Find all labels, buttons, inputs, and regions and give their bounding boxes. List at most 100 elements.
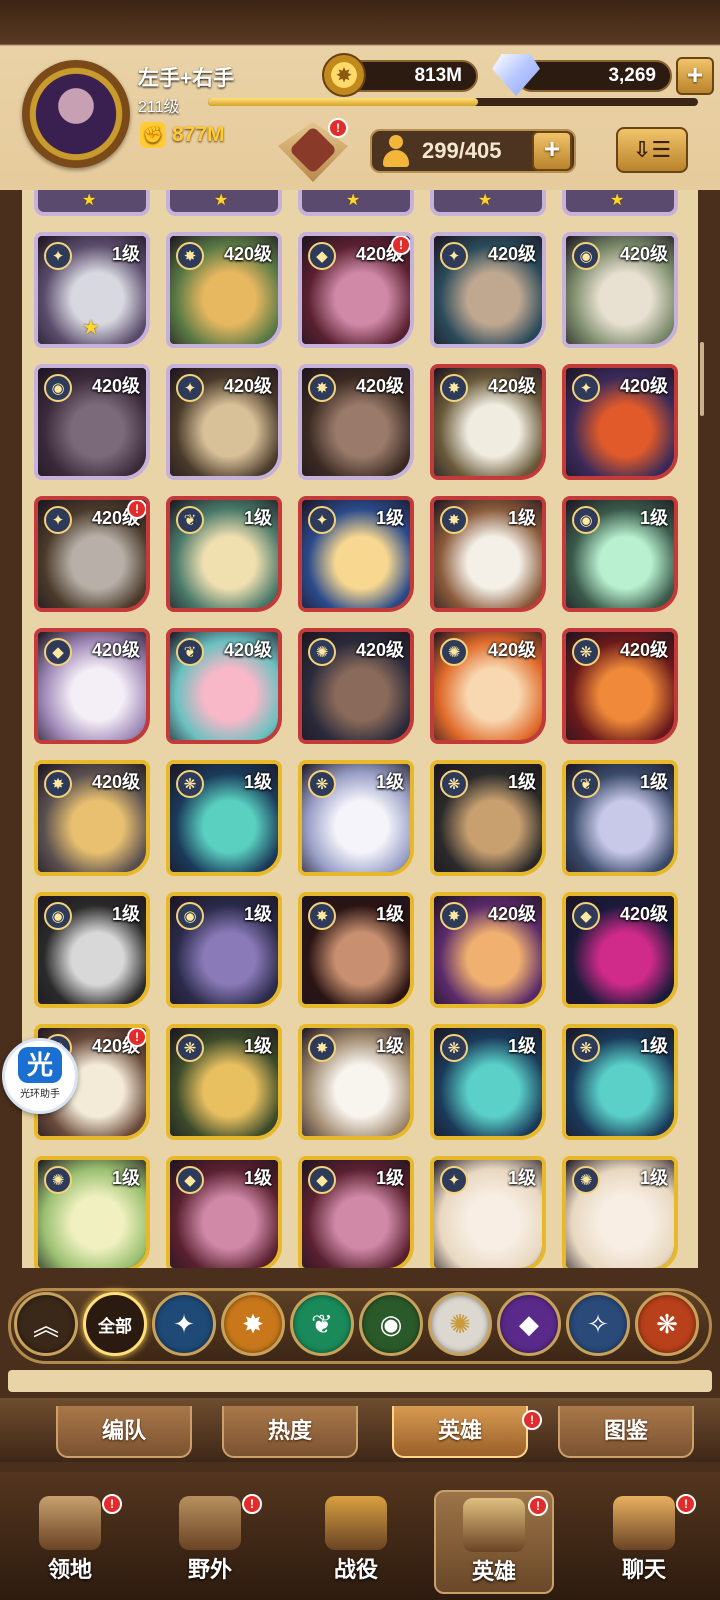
hero-card[interactable]: ❦ 1级 <box>166 496 282 612</box>
hero-card[interactable]: ❋ 420级 <box>562 628 678 744</box>
filter-wilder-button[interactable]: ❦ <box>290 1292 354 1356</box>
player-name: 左手+右手 <box>138 67 235 90</box>
hero-card[interactable]: ❋ 1级 <box>430 760 546 876</box>
subtab-2[interactable]: 英雄 <box>392 1406 528 1458</box>
hero-level: 1级 <box>111 1168 140 1188</box>
hero-card[interactable]: ❋ 1级 <box>166 1024 282 1140</box>
hero-grid[interactable]: ★ ★ ★ ★ ★ ✦ 1级 ★ ✸ 420级 ◆ 420级! ✦ 420级 ◉ 420级 ◉ 420级 ✦ 420… <box>22 190 698 1268</box>
sort-button[interactable]: ⇩☰ <box>616 127 688 173</box>
hero-card[interactable]: ✺ 420级 <box>430 628 546 744</box>
hero-card[interactable]: ✸ 1级 <box>430 496 546 612</box>
combat-power-value: 877M <box>172 123 225 146</box>
hero-card[interactable]: ◉ 420级 <box>562 232 678 348</box>
nav-item-2[interactable]: 战役 <box>296 1490 416 1594</box>
hero-card[interactable]: ◉ 1级 <box>166 892 282 1008</box>
graveborn-faction-icon: ◉ <box>572 506 600 534</box>
lightbearer-faction-icon: ✦ <box>440 242 468 270</box>
hero-card[interactable]: ❋ 1级 <box>166 760 282 876</box>
hero-card[interactable]: ❦ 420级 <box>166 628 282 744</box>
hero-card[interactable]: ❋ 1级 <box>562 1024 678 1140</box>
subtab-3[interactable]: 图鉴 <box>558 1406 694 1458</box>
hero-card[interactable]: ✸ 420级 <box>430 364 546 480</box>
filter-lightbearer-button[interactable]: ✦ <box>152 1292 216 1356</box>
hero-level: 420级 <box>487 904 536 924</box>
subtab-0[interactable]: 编队 <box>56 1406 192 1458</box>
hero-card[interactable]: ◆ 420级! <box>298 232 414 348</box>
filter-rank-button[interactable]: ︽ <box>14 1292 78 1356</box>
filter-graveborn-button[interactable]: ◉ <box>359 1292 423 1356</box>
buy-gems-button[interactable]: + <box>676 57 714 95</box>
wilder-faction-icon: ❦ <box>176 638 204 666</box>
divider-band <box>8 1370 712 1392</box>
celestial-faction-icon: ✺ <box>572 1166 600 1194</box>
hero-card[interactable]: ✸ 420级 <box>166 232 282 348</box>
star-icon: ★ <box>346 192 361 209</box>
lightbearer-faction-icon: ✦ <box>572 374 600 402</box>
scrollbar[interactable] <box>700 342 704 416</box>
subtab-1[interactable]: 热度 <box>222 1406 358 1458</box>
filter-mauler-button[interactable]: ✸ <box>221 1292 285 1356</box>
hero-card[interactable]: ✦ 420级! <box>34 496 150 612</box>
filter-celestial-button[interactable]: ✺ <box>428 1292 492 1356</box>
player-avatar[interactable] <box>22 60 130 168</box>
filter-dimensional-button[interactable]: ✧ <box>566 1292 630 1356</box>
star-icon: ★ <box>478 192 493 209</box>
hero-card[interactable]: ◉ 1级 <box>562 496 678 612</box>
celestial-faction-icon: ✺ <box>44 1166 72 1194</box>
hero-card-partial[interactable]: ★ <box>34 190 150 216</box>
hero-level: 420级 <box>487 640 536 660</box>
nav-label: 英雄 <box>471 1559 516 1584</box>
hero-card[interactable]: ❋ 1级 <box>298 760 414 876</box>
nav-item-0[interactable]: 领地! <box>10 1490 130 1594</box>
wilder-icon: ❦ <box>311 1308 333 1339</box>
nav-alert-badge: ! <box>528 1496 548 1516</box>
hero-card[interactable]: ✺ 420级 <box>298 628 414 744</box>
assistant-label: 光环助手 <box>20 1089 60 1100</box>
hero-card[interactable]: ❦ 1级 <box>562 760 678 876</box>
hero-card[interactable]: ✸ 420级 <box>34 760 150 876</box>
hero-card[interactable]: ✦ 1级 <box>298 496 414 612</box>
hero-card-partial[interactable]: ★ <box>166 190 282 216</box>
hypogean-faction-icon: ◆ <box>308 242 336 270</box>
dimensional-icon: ✧ <box>587 1308 609 1339</box>
hero-card[interactable]: ❋ 1级 <box>430 1024 546 1140</box>
nav-item-4[interactable]: 聊天! <box>584 1490 704 1594</box>
hero-card[interactable]: ◆ 1级 <box>298 1156 414 1268</box>
hero-level: 420级 <box>355 376 404 396</box>
filter-dragon-button[interactable]: ❋ <box>635 1292 699 1356</box>
hero-card[interactable]: ✺ 1级 <box>562 1156 678 1268</box>
lightbearer-icon: ✦ <box>173 1308 195 1339</box>
hero-card[interactable]: ✸ 1级 <box>298 1024 414 1140</box>
nav-label: 聊天 <box>621 1557 666 1582</box>
star-icon: ★ <box>610 192 625 209</box>
hero-card[interactable]: ✦ 1级 ★ <box>34 232 150 348</box>
hero-card-partial[interactable]: ★ <box>298 190 414 216</box>
assistant-floating-button[interactable]: 光 光环助手 <box>2 1038 78 1114</box>
celestial-icon: ✺ <box>449 1308 471 1339</box>
hero-level: 1级 <box>639 772 668 792</box>
hero-card[interactable]: ◉ 1级 <box>34 892 150 1008</box>
hero-level: 1级 <box>507 772 536 792</box>
hero-card[interactable]: ◉ 420级 <box>34 364 150 480</box>
hero-card[interactable]: ◆ 420级 <box>562 892 678 1008</box>
hero-card-partial[interactable]: ★ <box>430 190 546 216</box>
hero-card[interactable]: ✸ 420级 <box>298 364 414 480</box>
hero-card[interactable]: ✸ 1级 <box>298 892 414 1008</box>
hero-card[interactable]: ◆ 420级 <box>34 628 150 744</box>
mauler-faction-icon: ✸ <box>440 902 468 930</box>
hero-card[interactable]: ✦ 420级 <box>562 364 678 480</box>
hero-level: 1级 <box>243 772 272 792</box>
nav-item-3[interactable]: 英雄! <box>434 1490 554 1594</box>
hero-card[interactable]: ✦ 420级 <box>166 364 282 480</box>
expand-roster-button[interactable]: + <box>532 131 572 171</box>
hero-card[interactable]: ✦ 1级 <box>430 1156 546 1268</box>
nav-item-1[interactable]: 野外! <box>150 1490 270 1594</box>
hero-card[interactable]: ◆ 1级 <box>166 1156 282 1268</box>
filter-hypogean-button[interactable]: ◆ <box>497 1292 561 1356</box>
hero-card[interactable]: ✦ 420级 <box>430 232 546 348</box>
hero-card-partial[interactable]: ★ <box>562 190 678 216</box>
filter-all-button[interactable]: 全部 <box>83 1292 147 1356</box>
hero-card[interactable]: ✺ 1级 <box>34 1156 150 1268</box>
hero-card[interactable]: ✸ 420级 <box>430 892 546 1008</box>
assistant-logo: 光 <box>18 1047 62 1083</box>
